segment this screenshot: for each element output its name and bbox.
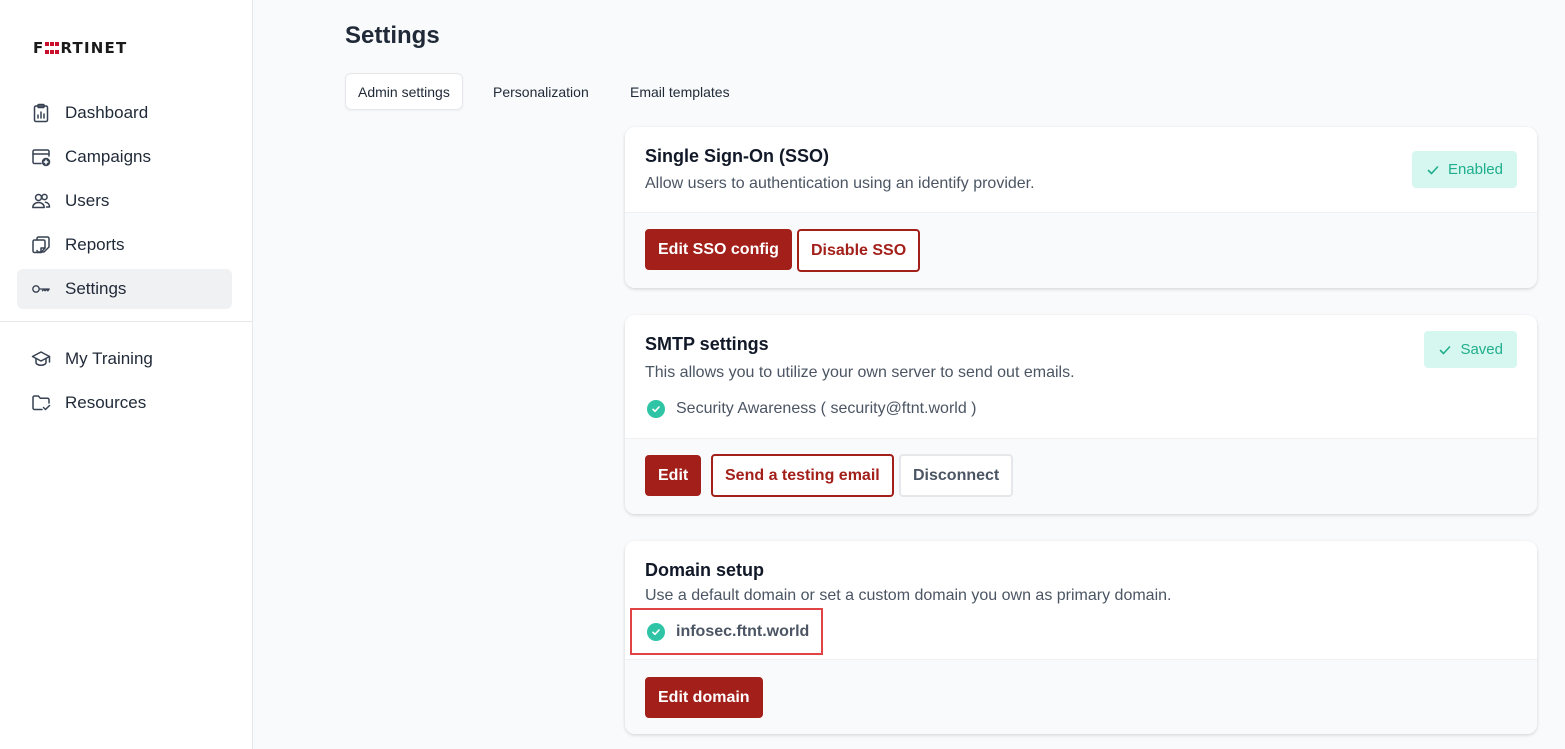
- key-icon: [31, 279, 51, 299]
- sidebar-item-resources[interactable]: Resources: [17, 383, 232, 423]
- fortinet-logo[interactable]: F RTINET: [33, 39, 128, 57]
- check-icon: [1426, 163, 1440, 177]
- smtp-sender-text: Security Awareness ( security@ftnt.world…: [676, 400, 977, 417]
- check-circle-icon: [647, 400, 665, 418]
- domain-card-footer: Edit domain: [625, 659, 1537, 734]
- smtp-card-footer: Edit Send a testing email Disconnect: [625, 438, 1537, 514]
- domain-title: Domain setup: [645, 560, 765, 580]
- domain-description: Use a default domain or set a custom dom…: [645, 587, 1172, 604]
- tab-email-templates[interactable]: Email templates: [618, 73, 742, 110]
- sidebar: F RTINET Dashboard Campaigns Users Report…: [0, 0, 253, 749]
- logo-mark-icon: [45, 42, 60, 54]
- graduation-cap-icon: [31, 349, 51, 369]
- sso-description: Allow users to authentication using an i…: [645, 175, 1035, 192]
- sidebar-item-my-training[interactable]: My Training: [17, 339, 232, 379]
- smtp-status-badge: Saved: [1424, 331, 1517, 368]
- edit-domain-button[interactable]: Edit domain: [645, 677, 763, 718]
- window-plus-icon: [31, 147, 51, 167]
- smtp-description: This allows you to utilize your own serv…: [645, 364, 1075, 381]
- smtp-title: SMTP settings: [645, 334, 769, 354]
- tab-admin-settings[interactable]: Admin settings: [345, 73, 463, 110]
- check-icon: [1438, 343, 1452, 357]
- sidebar-item-label: Dashboard: [65, 103, 149, 122]
- sso-card-body: Single Sign-On (SSO) Allow users to auth…: [625, 127, 1537, 212]
- send-testing-email-button[interactable]: Send a testing email: [711, 454, 894, 497]
- edit-sso-config-button[interactable]: Edit SSO config: [645, 229, 792, 270]
- sidebar-divider: [0, 321, 253, 322]
- sso-status-badge: Enabled: [1411, 151, 1517, 188]
- clipboard-chart-icon: [31, 103, 51, 123]
- document-fold-icon: [31, 235, 51, 255]
- users-icon: [31, 191, 51, 211]
- page-title: Settings: [345, 22, 440, 49]
- sidebar-item-campaigns[interactable]: Campaigns: [17, 137, 232, 177]
- smtp-card: SMTP settings This allows you to utilize…: [625, 315, 1537, 514]
- sidebar-item-settings[interactable]: Settings: [17, 269, 232, 309]
- sidebar-item-label: Resources: [65, 393, 147, 412]
- sso-card: Single Sign-On (SSO) Allow users to auth…: [625, 127, 1537, 288]
- smtp-sender: Security Awareness ( security@ftnt.world…: [647, 400, 977, 418]
- sidebar-item-users[interactable]: Users: [17, 181, 232, 221]
- sidebar-item-reports[interactable]: Reports: [17, 225, 232, 265]
- sidebar-item-label: Reports: [65, 235, 125, 254]
- sidebar-item-label: Users: [65, 191, 110, 210]
- sso-title: Single Sign-On (SSO): [645, 146, 829, 166]
- sidebar-item-dashboard[interactable]: Dashboard: [17, 93, 232, 133]
- edit-smtp-button[interactable]: Edit: [645, 455, 702, 496]
- sidebar-item-label: Campaigns: [65, 147, 151, 166]
- logo-text: F RTINET: [33, 39, 128, 57]
- sso-card-footer: Edit SSO config Disable SSO: [625, 212, 1537, 288]
- folder-check-icon: [31, 393, 51, 413]
- disable-sso-button[interactable]: Disable SSO: [797, 229, 921, 272]
- smtp-card-body: SMTP settings This allows you to utilize…: [625, 315, 1537, 438]
- smtp-badge-label: Saved: [1460, 341, 1503, 358]
- domain-highlight-box: [630, 608, 823, 655]
- sidebar-item-label: Settings: [65, 279, 127, 298]
- sso-badge-label: Enabled: [1447, 161, 1503, 178]
- disconnect-smtp-button[interactable]: Disconnect: [899, 454, 1014, 497]
- tab-personalization[interactable]: Personalization: [481, 73, 601, 110]
- sidebar-item-label: My Training: [65, 349, 153, 368]
